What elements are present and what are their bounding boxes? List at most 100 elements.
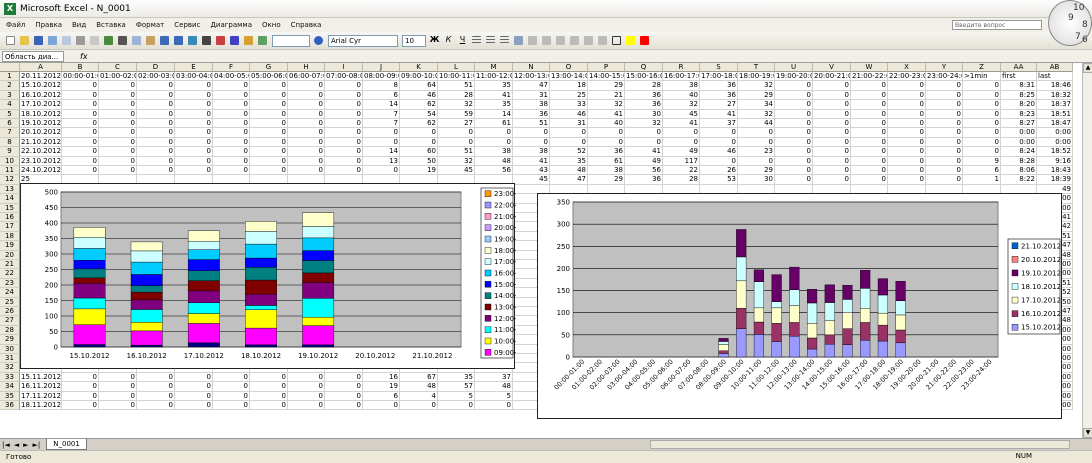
font-size-select[interactable]: 10 (402, 34, 426, 47)
table-cell[interactable]: 46 (550, 109, 588, 119)
table-cell[interactable]: 27 (438, 119, 475, 129)
table-cell[interactable]: 27 (700, 100, 738, 110)
table-cell[interactable]: 09:00-10:0 (400, 72, 438, 82)
table-cell[interactable]: 16.10.2012 (20, 90, 62, 101)
font-color-icon[interactable] (638, 34, 651, 47)
table-cell[interactable]: 07:00-08:0 (325, 72, 363, 82)
bar-segment[interactable] (877, 312, 888, 326)
table-cell[interactable]: 18:46 (1037, 81, 1073, 91)
table-cell[interactable]: 51 (438, 81, 475, 91)
table-cell[interactable]: 0 (62, 401, 99, 411)
name-box[interactable]: Область диа... (2, 50, 64, 62)
merge-center-icon[interactable] (512, 34, 525, 47)
table-cell[interactable]: 0 (137, 128, 175, 138)
table-cell[interactable]: 0 (175, 372, 213, 383)
table-cell[interactable]: 0 (963, 100, 1001, 110)
table-cell[interactable]: 8 (363, 81, 400, 91)
column-header[interactable]: F (213, 63, 250, 72)
bar-segment[interactable] (130, 261, 163, 275)
bar-segment[interactable] (806, 289, 818, 304)
table-cell[interactable]: 0 (813, 109, 851, 119)
table-cell[interactable]: 35 (550, 156, 588, 166)
vertical-scrollbar[interactable]: ▲ ▼ (1082, 63, 1092, 438)
table-cell[interactable]: 0 (99, 109, 137, 119)
column-header[interactable]: Q (625, 63, 663, 72)
table-cell[interactable]: 6 (963, 166, 1001, 176)
table-cell[interactable]: 21:00-22:0 (851, 72, 888, 82)
table-cell[interactable]: 0 (963, 90, 1001, 101)
table-cell[interactable]: 0 (325, 137, 363, 148)
table-cell[interactable]: 0 (813, 166, 851, 176)
row-header[interactable]: 29 (0, 335, 20, 345)
table-cell[interactable]: 41 (513, 156, 550, 166)
table-cell[interactable]: 18:43 (1037, 166, 1073, 176)
table-cell[interactable]: 47 (513, 81, 550, 91)
percent-icon[interactable] (526, 34, 539, 47)
table-cell[interactable]: 0 (888, 81, 926, 91)
row-header[interactable]: 1 (0, 72, 20, 82)
table-cell[interactable]: 0 (851, 81, 888, 91)
bar-segment[interactable] (187, 302, 220, 314)
table-cell[interactable]: 0 (213, 100, 250, 110)
table-cell[interactable]: 0 (99, 119, 137, 129)
column-header[interactable]: X (888, 63, 926, 72)
table-cell[interactable]: 0 (250, 391, 288, 401)
sort-asc-icon[interactable] (214, 34, 227, 47)
bar-segment[interactable] (73, 283, 106, 299)
table-cell[interactable]: 59 (438, 109, 475, 119)
table-cell[interactable]: 17:00-18:0 (700, 72, 738, 82)
table-cell[interactable]: 0 (288, 137, 325, 148)
table-cell[interactable]: 0 (775, 119, 813, 129)
table-cell[interactable]: 10:00-11:0 (438, 72, 475, 82)
new-file-icon[interactable] (4, 34, 17, 47)
bar-segment[interactable] (806, 302, 818, 324)
table-cell[interactable]: 37 (700, 119, 738, 129)
table-cell[interactable]: 117 (663, 156, 700, 166)
bar-segment[interactable] (842, 344, 853, 358)
table-cell[interactable]: 0 (926, 119, 963, 129)
worksheet-grid[interactable]: A B C D E F G H I J K L M N O P Q R S T U V W X Y Z AA AB 1 20.11.201… (0, 63, 1082, 438)
bar-segment[interactable] (860, 288, 871, 309)
row-header[interactable]: 9 (0, 147, 20, 157)
column-header[interactable]: AB (1037, 63, 1073, 72)
table-cell[interactable]: 0 (288, 147, 325, 157)
bar-segment[interactable] (73, 277, 106, 284)
table-cell[interactable]: 0 (813, 147, 851, 157)
row-header[interactable]: 22 (0, 269, 20, 279)
table-cell[interactable]: 0 (250, 156, 288, 166)
row-header[interactable]: 5 (0, 109, 20, 119)
chart-2[interactable]: 0 50 100 150 200 250 300 350 00:00-01:00 01:00-02… (537, 193, 1062, 419)
table-cell[interactable]: 0 (250, 128, 288, 138)
table-cell[interactable]: 0 (926, 147, 963, 157)
table-cell[interactable]: 35 (475, 100, 513, 110)
table-cell[interactable]: 0 (325, 147, 363, 157)
column-header[interactable]: T (738, 63, 775, 72)
table-cell[interactable]: 36 (588, 147, 625, 157)
table-cell[interactable]: 0 (363, 137, 400, 148)
column-header[interactable]: G (250, 63, 288, 72)
table-cell[interactable]: 22:00-23:0 (888, 72, 926, 82)
table-cell[interactable]: 0 (438, 128, 475, 138)
table-cell[interactable]: 0 (250, 166, 288, 176)
column-header[interactable]: S (700, 63, 738, 72)
bar-segment[interactable] (245, 243, 277, 259)
table-cell[interactable]: 0 (926, 100, 963, 110)
table-cell[interactable]: 0 (775, 81, 813, 91)
table-cell[interactable]: 0 (137, 81, 175, 91)
table-cell[interactable]: 0 (325, 391, 363, 401)
table-cell[interactable]: 0 (213, 128, 250, 138)
table-cell[interactable]: 0 (851, 137, 888, 148)
bar-segment[interactable] (860, 269, 871, 289)
bar-segment[interactable] (73, 297, 106, 310)
table-cell[interactable]: 18.10.2012 (20, 109, 62, 119)
table-cell[interactable]: 0 (99, 147, 137, 157)
table-cell[interactable]: 0 (325, 382, 363, 392)
column-header[interactable]: V (813, 63, 851, 72)
column-header[interactable]: P (588, 63, 625, 72)
prev-sheet-icon[interactable]: ◄ (14, 441, 19, 449)
table-cell[interactable]: 0 (400, 137, 438, 148)
bar-segment[interactable] (73, 248, 106, 261)
bar-segment[interactable] (302, 212, 335, 227)
bar-segment[interactable] (73, 324, 106, 345)
table-cell[interactable]: 0 (175, 100, 213, 110)
